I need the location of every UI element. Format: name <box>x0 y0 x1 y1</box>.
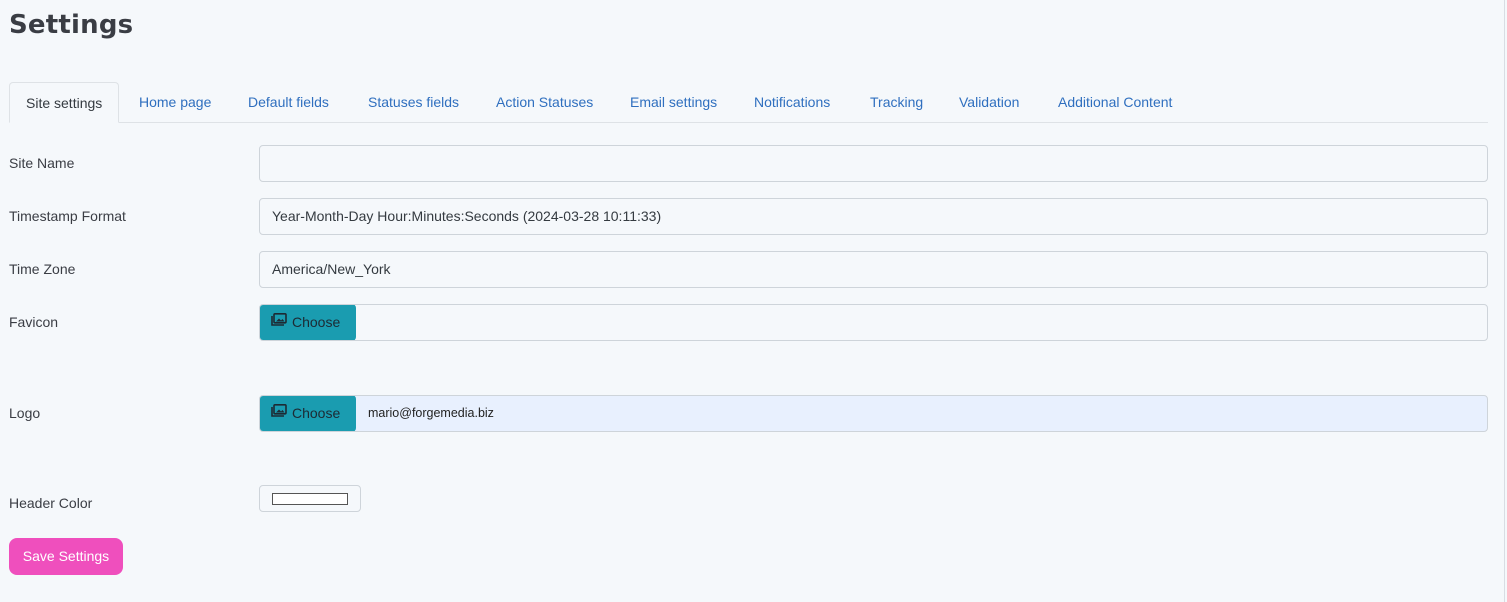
save-settings-button[interactable]: Save Settings <box>9 538 123 575</box>
images-icon <box>271 305 287 340</box>
favicon-label: Favicon <box>9 314 59 330</box>
tab-action-statuses[interactable]: Action Statuses <box>496 82 593 122</box>
tab-site-settings[interactable]: Site settings <box>9 82 120 123</box>
site-name-input[interactable] <box>259 145 1488 182</box>
logo-choose-button[interactable]: Choose <box>260 396 356 431</box>
settings-tabs: Site settings Home page Default fields S… <box>9 82 1488 123</box>
settings-page: Settings Site settings Home page Default… <box>0 0 1507 602</box>
tab-additional-content[interactable]: Additional Content <box>1058 82 1172 122</box>
logo-label: Logo <box>9 405 41 421</box>
logo-file-value[interactable]: mario@forgemedia.biz <box>368 396 494 431</box>
tab-email-settings[interactable]: Email settings <box>630 82 717 122</box>
tab-default-fields[interactable]: Default fields <box>248 82 329 122</box>
images-icon <box>271 396 287 431</box>
header-color-picker[interactable] <box>259 485 361 512</box>
scroll-edge <box>1504 0 1505 602</box>
tab-statuses-fields[interactable]: Statuses fields <box>368 82 459 122</box>
tab-home-page[interactable]: Home page <box>139 82 211 122</box>
site-name-label: Site Name <box>9 155 75 171</box>
tab-validation[interactable]: Validation <box>959 82 1019 122</box>
timestamp-format-select[interactable]: Year-Month-Day Hour:Minutes:Seconds (202… <box>259 198 1488 235</box>
tab-notifications[interactable]: Notifications <box>754 82 830 122</box>
favicon-file-input: Choose <box>259 304 1488 341</box>
logo-file-input: Choose mario@forgemedia.biz <box>259 395 1488 432</box>
header-color-swatch <box>272 493 348 505</box>
timestamp-format-label: Timestamp Format <box>9 208 126 224</box>
page-title: Settings <box>9 10 134 40</box>
header-color-label: Header Color <box>9 495 93 511</box>
favicon-choose-button[interactable]: Choose <box>260 305 356 340</box>
time-zone-select[interactable]: America/New_York <box>259 251 1488 288</box>
tab-tracking[interactable]: Tracking <box>870 82 923 122</box>
time-zone-label: Time Zone <box>9 261 76 277</box>
logo-choose-label: Choose <box>292 405 341 421</box>
favicon-choose-label: Choose <box>292 314 341 330</box>
